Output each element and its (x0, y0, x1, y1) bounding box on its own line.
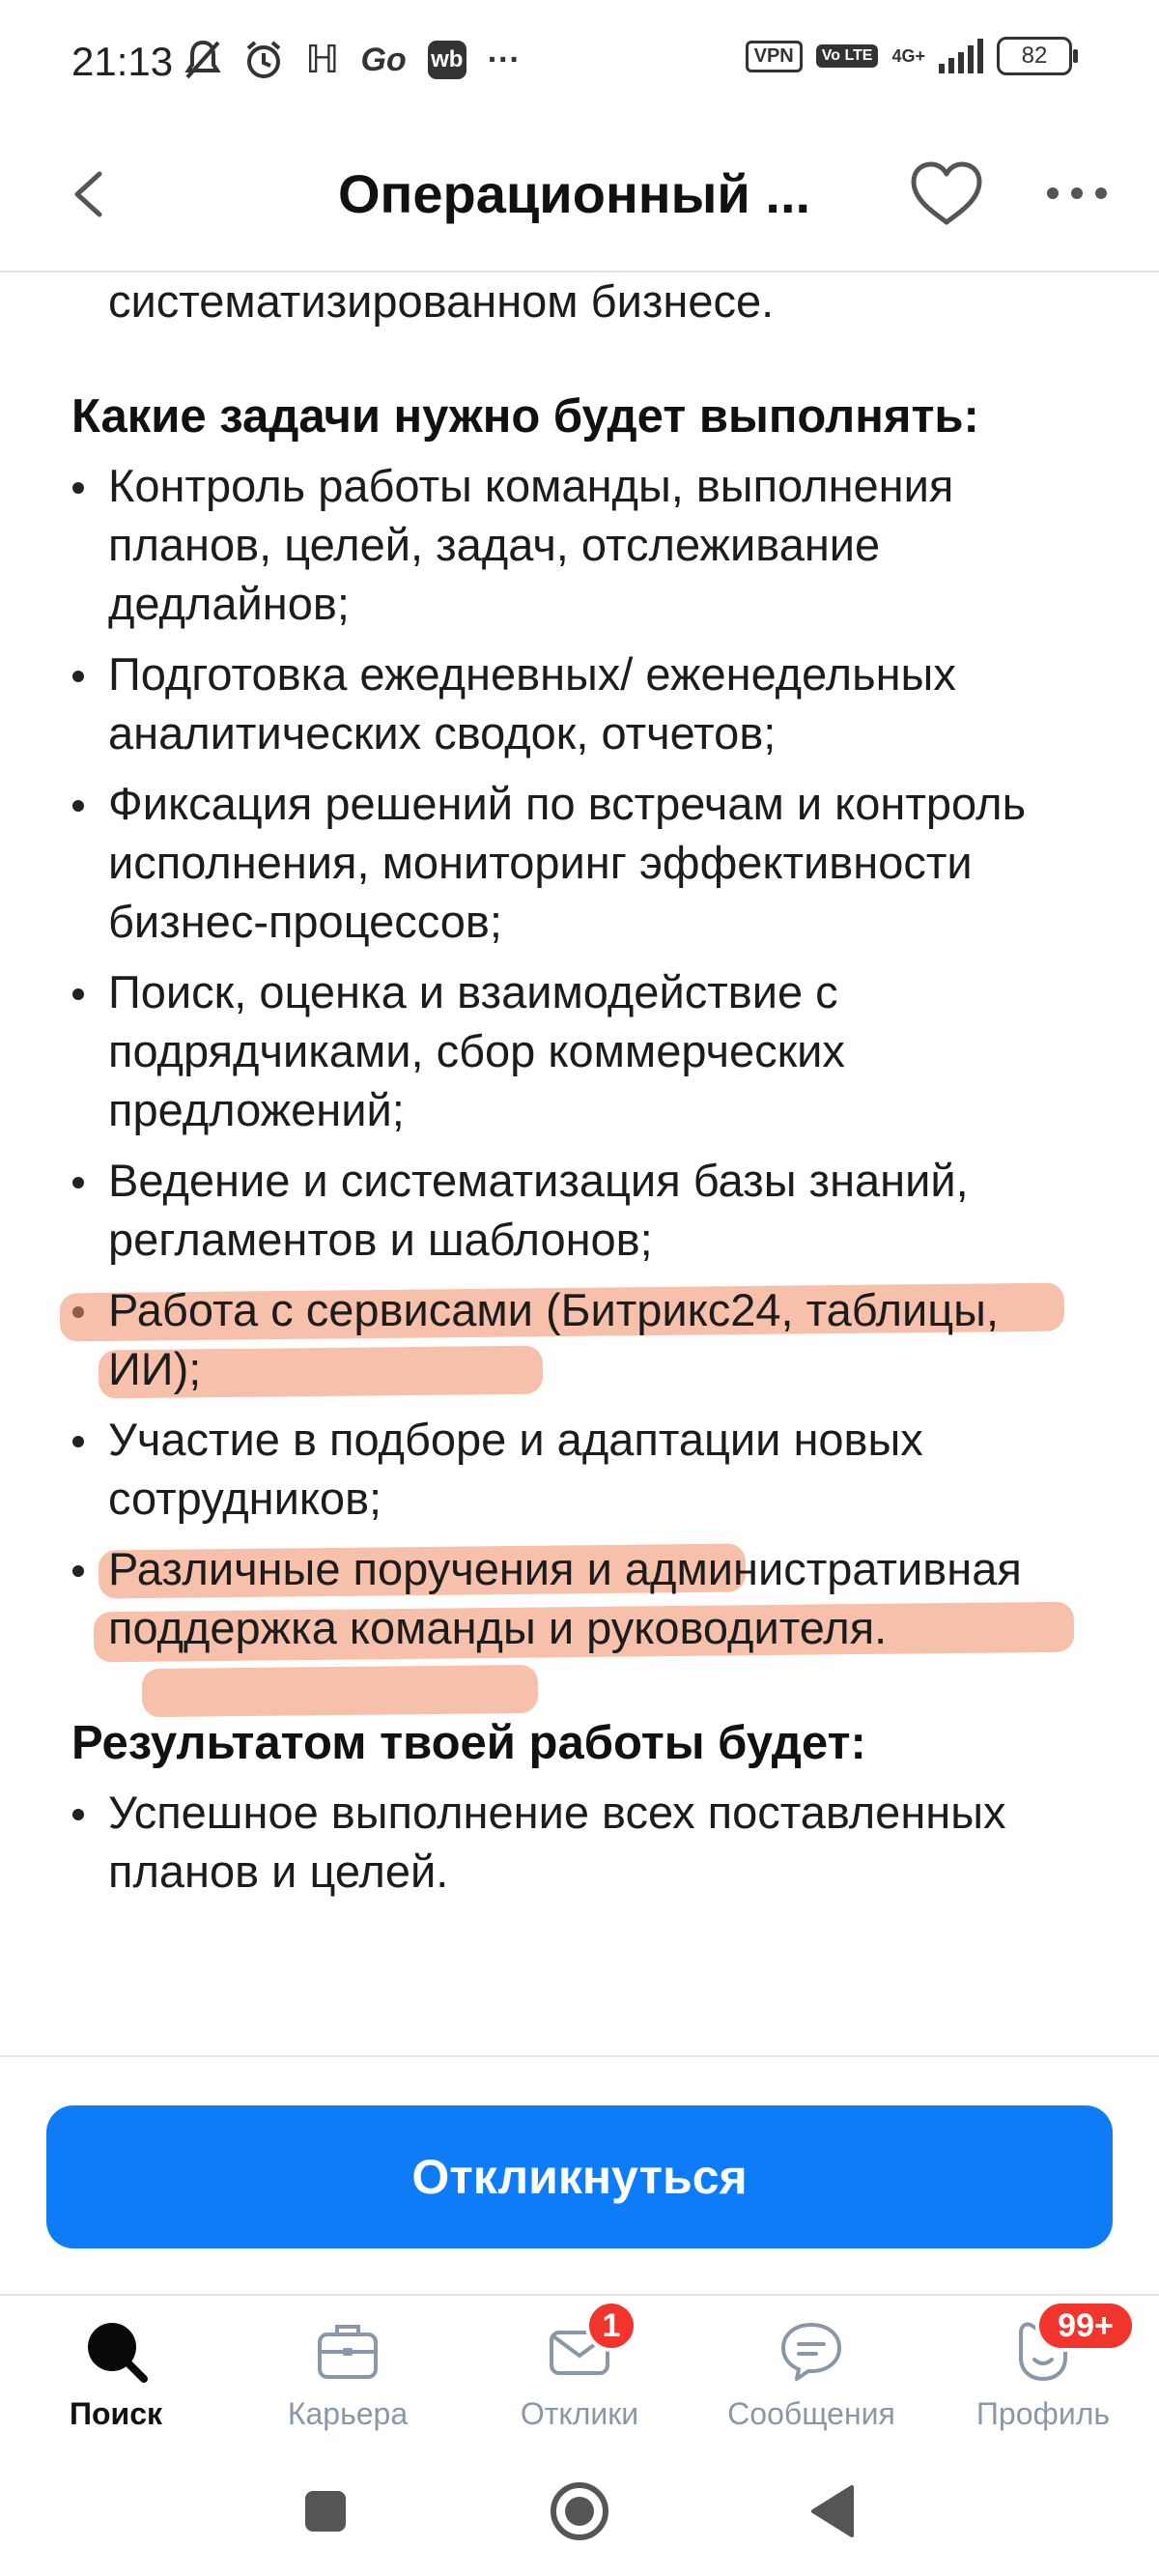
list-item: Успешное выполнение всех поставленных пл… (72, 1783, 1103, 1901)
results-list: Успешное выполнение всех поставленных пл… (0, 1783, 1159, 1901)
system-nav-bar (0, 2448, 1159, 2576)
highlight-mark (141, 1664, 539, 1718)
search-icon (88, 2323, 148, 2383)
heart-icon[interactable] (908, 158, 985, 228)
status-bar: 21:13 ℍ Go wb ··· VPN Vo LTE 4G+ 82 (0, 0, 1159, 126)
responses-badge: 1 (585, 2300, 637, 2352)
list-item-highlighted: Различные поручения и административная п… (72, 1539, 1103, 1718)
list-item-highlighted: Работа с сервисами (Битрикс24, таблицы, … (59, 1280, 1103, 1399)
vacancy-description: влияние на результат, работа в системати… (0, 272, 1159, 2055)
tab-label: Поиск (69, 2396, 163, 2431)
battery-icon: 82 (997, 37, 1078, 75)
alarm-icon (246, 41, 281, 78)
page-title: Операционный ... (338, 163, 811, 224)
tab-career[interactable]: Карьера (232, 2296, 464, 2450)
go-app-icon: Go (360, 42, 407, 78)
bottom-tab-bar: Поиск Карьера 1 Отклики Сообщения 99+ Пр… (0, 2294, 1159, 2450)
results-heading: Результатом твоей работы будет: (71, 1717, 866, 1769)
list-item: Фиксация решений по встречам и контроль … (72, 774, 1103, 951)
list-item: Участие в подборе и адаптации новых сотр… (72, 1410, 1103, 1528)
list-item: Подготовка ежедневных/ еженедельных анал… (72, 644, 1103, 762)
tab-label: Сообщения (727, 2396, 895, 2431)
description-paragraph: влияние на результат, работа в системати… (108, 275, 775, 327)
tab-profile[interactable]: 99+ Профиль (927, 2296, 1159, 2450)
signal-icon (939, 39, 983, 73)
muted-bell-icon (184, 40, 221, 79)
more-dots-icon[interactable] (1043, 166, 1111, 220)
h-app-icon: ℍ (305, 39, 340, 81)
list-item: Ведение и систематизация базы знаний, ре… (72, 1151, 1103, 1269)
wb-app-icon: wb (427, 41, 466, 79)
profile-badge: 99+ (1035, 2300, 1136, 2352)
volte-indicator: Vo LTE (815, 44, 879, 68)
tasks-heading: Какие задачи нужно будет выполнять: (71, 390, 979, 443)
briefcase-icon (318, 2325, 378, 2379)
tasks-list: Контроль работы команды, выполнения план… (0, 456, 1159, 1718)
tab-responses[interactable]: 1 Отклики (464, 2296, 695, 2450)
tab-label: Профиль (975, 2396, 1111, 2431)
vpn-indicator: VPN (745, 40, 803, 72)
back-chevron-icon[interactable] (56, 160, 124, 228)
back-icon[interactable] (800, 2477, 867, 2545)
tab-label: Карьера (287, 2396, 409, 2431)
chat-bubble-icon (781, 2323, 841, 2381)
action-area: Откликнуться (0, 2055, 1159, 2296)
list-item: Поиск, оценка и взаимодействие с подрядч… (72, 962, 1103, 1139)
tab-label: Отклики (520, 2396, 639, 2431)
more-dots-icon: ··· (487, 42, 521, 78)
tab-messages[interactable]: Сообщения (695, 2296, 927, 2450)
status-time: 21:13 (71, 39, 174, 84)
app-header: Операционный ... (0, 126, 1159, 272)
network-type: 4G+ (891, 46, 925, 66)
home-icon[interactable] (546, 2477, 613, 2545)
recent-apps-icon[interactable] (292, 2477, 359, 2545)
list-item: Контроль работы команды, выполнения план… (72, 456, 1103, 633)
respond-button[interactable]: Откликнуться (46, 2105, 1113, 2248)
tab-search[interactable]: Поиск (0, 2296, 232, 2450)
